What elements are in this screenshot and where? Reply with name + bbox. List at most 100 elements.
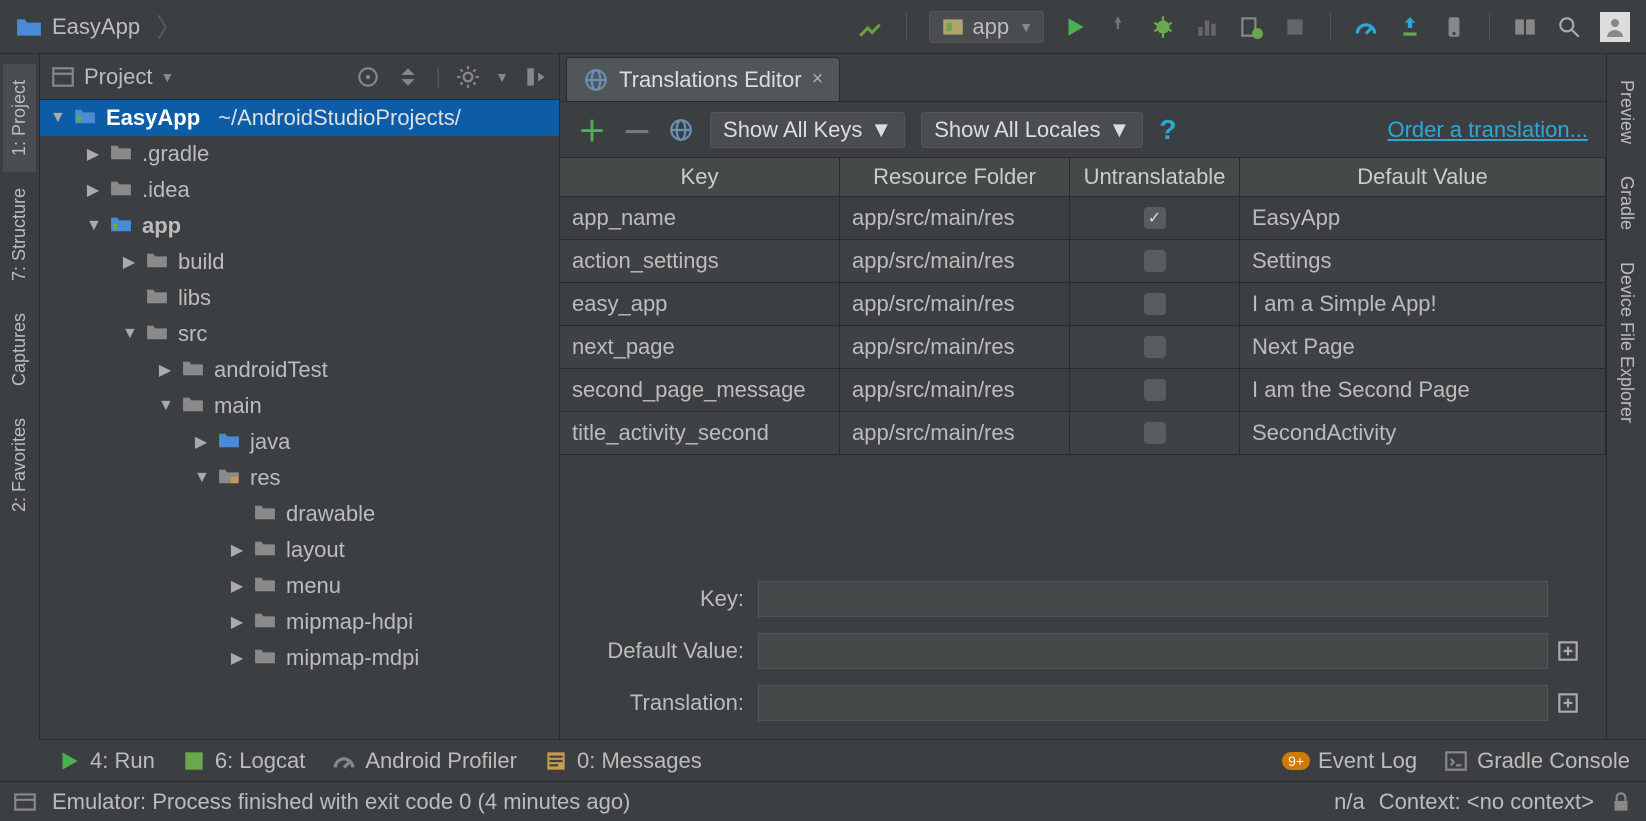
tree-row[interactable]: drawable: [40, 496, 559, 532]
cell-resource-folder[interactable]: app/src/main/res: [840, 283, 1070, 325]
checkbox-icon[interactable]: [1144, 336, 1166, 358]
tree-row[interactable]: ▶layout: [40, 532, 559, 568]
cell-default-value[interactable]: Next Page: [1240, 326, 1606, 368]
left-tab-captures[interactable]: Captures: [3, 297, 36, 402]
left-tab-favorites[interactable]: 2: Favorites: [3, 402, 36, 528]
status-window-icon[interactable]: [12, 789, 38, 815]
tree-row[interactable]: ▼app: [40, 208, 559, 244]
add-key-button[interactable]: ＋: [578, 110, 606, 150]
cell-untranslatable[interactable]: [1070, 240, 1240, 282]
debug-icon[interactable]: [1150, 14, 1176, 40]
left-tab-project[interactable]: 1: Project: [3, 64, 36, 172]
cell-default-value[interactable]: EasyApp: [1240, 197, 1606, 239]
tree-row[interactable]: ▶.idea: [40, 172, 559, 208]
collapse-all-icon[interactable]: [395, 64, 421, 90]
checkbox-icon[interactable]: ✓: [1144, 207, 1166, 229]
table-row[interactable]: action_settingsapp/src/main/res Settings: [560, 240, 1606, 283]
right-tab-device-explorer[interactable]: Device File Explorer: [1610, 246, 1643, 439]
disclosure-icon[interactable]: ▶: [230, 540, 244, 560]
cell-key[interactable]: action_settings: [560, 240, 840, 282]
bottom-tab-profiler[interactable]: Android Profiler: [331, 748, 517, 774]
show-keys-dropdown[interactable]: Show All Keys ▼: [710, 112, 905, 148]
hide-icon[interactable]: [523, 64, 549, 90]
run-icon[interactable]: [1062, 14, 1088, 40]
lock-icon[interactable]: [1608, 789, 1634, 815]
col-untranslatable[interactable]: Untranslatable: [1070, 158, 1240, 196]
project-tree[interactable]: ▼EasyApp~/AndroidStudioProjects/▶.gradle…: [40, 100, 559, 739]
left-tab-structure[interactable]: 7: Structure: [3, 172, 36, 297]
disclosure-icon[interactable]: ▼: [158, 397, 172, 415]
cell-key[interactable]: easy_app: [560, 283, 840, 325]
tree-row[interactable]: ▼res: [40, 460, 559, 496]
bottom-tab-event-log[interactable]: 9+ Event Log: [1282, 748, 1417, 774]
disclosure-icon[interactable]: ▼: [194, 469, 208, 487]
stop-icon[interactable]: [1282, 14, 1308, 40]
disclosure-icon[interactable]: ▶: [158, 360, 172, 380]
avd-manager-icon[interactable]: [1441, 14, 1467, 40]
detail-default-input[interactable]: [758, 633, 1548, 669]
apply-changes-icon[interactable]: [1106, 14, 1132, 40]
col-default-value[interactable]: Default Value: [1240, 158, 1606, 196]
col-key[interactable]: Key: [560, 158, 840, 196]
cell-resource-folder[interactable]: app/src/main/res: [840, 197, 1070, 239]
table-row[interactable]: next_pageapp/src/main/res Next Page: [560, 326, 1606, 369]
tree-row[interactable]: ▶androidTest: [40, 352, 559, 388]
cell-untranslatable[interactable]: [1070, 369, 1240, 411]
tree-row[interactable]: ▶build: [40, 244, 559, 280]
cell-untranslatable[interactable]: ✓: [1070, 197, 1240, 239]
tree-row[interactable]: ▼src: [40, 316, 559, 352]
right-tab-gradle[interactable]: Gradle: [1610, 160, 1643, 246]
checkbox-icon[interactable]: [1144, 250, 1166, 272]
table-row[interactable]: second_page_messageapp/src/main/res I am …: [560, 369, 1606, 412]
help-icon[interactable]: ?: [1159, 114, 1176, 146]
cell-untranslatable[interactable]: [1070, 326, 1240, 368]
cell-resource-folder[interactable]: app/src/main/res: [840, 412, 1070, 454]
browse-icon[interactable]: [1555, 690, 1581, 716]
bottom-tab-gradle-console[interactable]: Gradle Console: [1443, 748, 1630, 774]
disclosure-icon[interactable]: ▶: [122, 252, 136, 272]
profile-avatar-icon[interactable]: [1600, 12, 1630, 42]
bottom-tab-messages[interactable]: 0: Messages: [543, 748, 702, 774]
tree-row[interactable]: ▶java: [40, 424, 559, 460]
tree-row[interactable]: ▶mipmap-mdpi: [40, 640, 559, 676]
cell-key[interactable]: title_activity_second: [560, 412, 840, 454]
detail-translation-input[interactable]: [758, 685, 1548, 721]
cell-resource-folder[interactable]: app/src/main/res: [840, 326, 1070, 368]
show-locales-dropdown[interactable]: Show All Locales ▼: [921, 112, 1143, 148]
table-row[interactable]: app_nameapp/src/main/res✓EasyApp: [560, 197, 1606, 240]
disclosure-icon[interactable]: ▶: [86, 180, 100, 200]
tab-translations-editor[interactable]: Translations Editor ×: [566, 57, 840, 101]
cell-default-value[interactable]: Settings: [1240, 240, 1606, 282]
sync-icon[interactable]: [1397, 14, 1423, 40]
disclosure-icon[interactable]: ▶: [86, 144, 100, 164]
table-row[interactable]: title_activity_secondapp/src/main/resSec…: [560, 412, 1606, 455]
cell-untranslatable[interactable]: [1070, 412, 1240, 454]
cell-resource-folder[interactable]: app/src/main/res: [840, 240, 1070, 282]
close-icon[interactable]: ×: [812, 68, 824, 91]
cell-default-value[interactable]: I am a Simple App!: [1240, 283, 1606, 325]
cell-key[interactable]: second_page_message: [560, 369, 840, 411]
tree-row[interactable]: ▶mipmap-hdpi: [40, 604, 559, 640]
bottom-tab-run[interactable]: 4: Run: [56, 748, 155, 774]
table-row[interactable]: easy_appapp/src/main/res I am a Simple Ap…: [560, 283, 1606, 326]
locate-icon[interactable]: [355, 64, 381, 90]
disclosure-icon[interactable]: ▶: [230, 648, 244, 668]
status-context[interactable]: Context: <no context>: [1379, 789, 1594, 815]
cell-resource-folder[interactable]: app/src/main/res: [840, 369, 1070, 411]
tree-row[interactable]: ▼EasyApp~/AndroidStudioProjects/: [40, 100, 559, 136]
checkbox-icon[interactable]: [1144, 379, 1166, 401]
disclosure-icon[interactable]: ▼: [86, 217, 100, 235]
attach-debugger-icon[interactable]: [1238, 14, 1264, 40]
cell-default-value[interactable]: I am the Second Page: [1240, 369, 1606, 411]
run-config-selector[interactable]: app ▼: [929, 11, 1044, 43]
order-translation-link[interactable]: Order a translation...: [1387, 117, 1588, 143]
gear-icon[interactable]: [455, 64, 481, 90]
globe-icon[interactable]: [668, 117, 694, 143]
dropdown-icon[interactable]: ▼: [160, 69, 174, 85]
cell-untranslatable[interactable]: [1070, 283, 1240, 325]
make-project-icon[interactable]: [858, 14, 884, 40]
tree-row[interactable]: ▶.gradle: [40, 136, 559, 172]
cell-key[interactable]: next_page: [560, 326, 840, 368]
dropdown-icon[interactable]: ▼: [495, 69, 509, 85]
disclosure-icon[interactable]: ▶: [194, 432, 208, 452]
